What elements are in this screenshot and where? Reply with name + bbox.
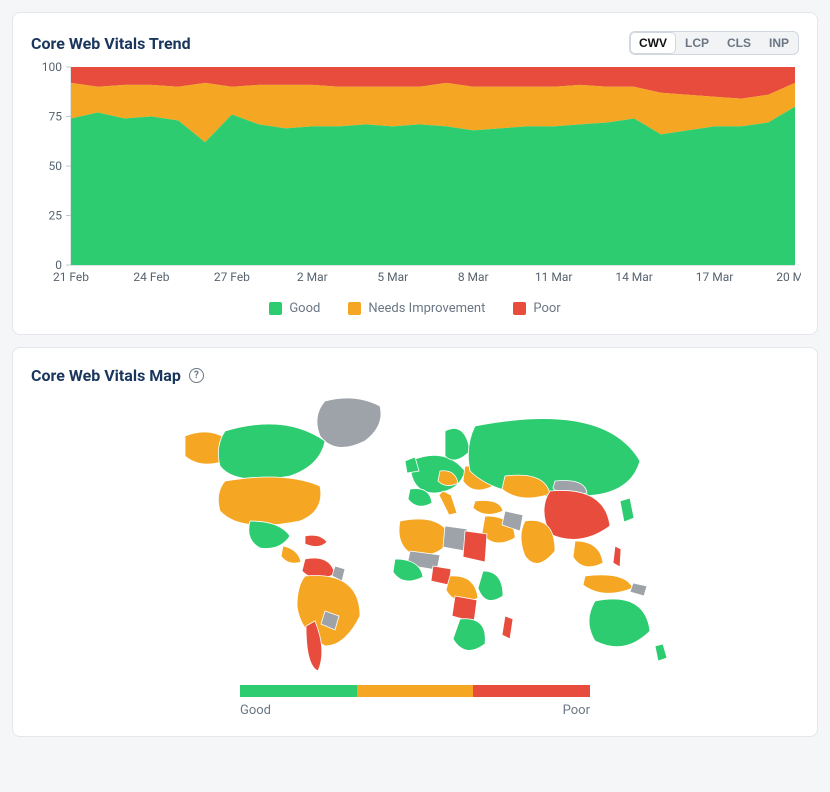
trend-legend: Good Needs Improvement Poor — [31, 301, 799, 316]
map-card-header: Core Web Vitals Map ? — [31, 366, 799, 385]
legend-swatch-poor — [513, 302, 526, 315]
gradient-label-poor: Poor — [563, 703, 590, 718]
svg-text:11 Mar: 11 Mar — [535, 270, 573, 284]
trend-card-title: Core Web Vitals Trend — [31, 34, 191, 53]
svg-text:50: 50 — [49, 159, 63, 173]
world-map-svg — [155, 391, 675, 671]
svg-text:17 Mar: 17 Mar — [696, 270, 734, 284]
map-card-title: Core Web Vitals Map — [31, 366, 181, 385]
legend-label-needs: Needs Improvement — [368, 301, 485, 316]
gradient-bar — [240, 685, 590, 697]
toggle-cls[interactable]: CLS — [718, 32, 760, 54]
trend-card: Core Web Vitals Trend CWV LCP CLS INP 02… — [12, 12, 818, 335]
legend-swatch-needs — [348, 302, 361, 315]
legend-item-good: Good — [269, 301, 320, 316]
svg-text:20 Mar: 20 Mar — [776, 270, 801, 284]
gradient-labels: Good Poor — [240, 703, 590, 718]
svg-text:25: 25 — [49, 209, 63, 223]
toggle-inp[interactable]: INP — [760, 32, 798, 54]
world-map — [31, 391, 799, 671]
svg-text:8 Mar: 8 Mar — [458, 270, 489, 284]
legend-item-poor: Poor — [513, 301, 560, 316]
svg-text:27 Feb: 27 Feb — [214, 270, 250, 284]
legend-label-good: Good — [289, 301, 320, 316]
toggle-cwv[interactable]: CWV — [630, 32, 676, 54]
area-chart-svg: 025507510021 Feb24 Feb27 Feb2 Mar5 Mar8 … — [31, 61, 801, 291]
gradient-poor — [473, 685, 590, 697]
svg-text:75: 75 — [49, 110, 63, 124]
map-card: Core Web Vitals Map ? Good Poor — [12, 347, 818, 737]
svg-text:5 Mar: 5 Mar — [377, 270, 408, 284]
map-gradient-legend: Good Poor — [31, 685, 799, 718]
svg-text:21 Feb: 21 Feb — [53, 270, 89, 284]
trend-card-header: Core Web Vitals Trend CWV LCP CLS INP — [31, 31, 799, 55]
gradient-mid — [357, 685, 474, 697]
svg-text:24 Feb: 24 Feb — [133, 270, 169, 284]
trend-chart: 025507510021 Feb24 Feb27 Feb2 Mar5 Mar8 … — [31, 61, 799, 291]
legend-item-needs: Needs Improvement — [348, 301, 485, 316]
svg-text:14 Mar: 14 Mar — [615, 270, 653, 284]
toggle-lcp[interactable]: LCP — [676, 32, 718, 54]
info-icon[interactable]: ? — [189, 368, 204, 383]
legend-swatch-good — [269, 302, 282, 315]
gradient-label-good: Good — [240, 703, 271, 718]
svg-text:2 Mar: 2 Mar — [297, 270, 328, 284]
legend-label-poor: Poor — [533, 301, 560, 316]
gradient-good — [240, 685, 357, 697]
metric-toggle-group: CWV LCP CLS INP — [629, 31, 799, 55]
svg-text:100: 100 — [42, 61, 62, 74]
